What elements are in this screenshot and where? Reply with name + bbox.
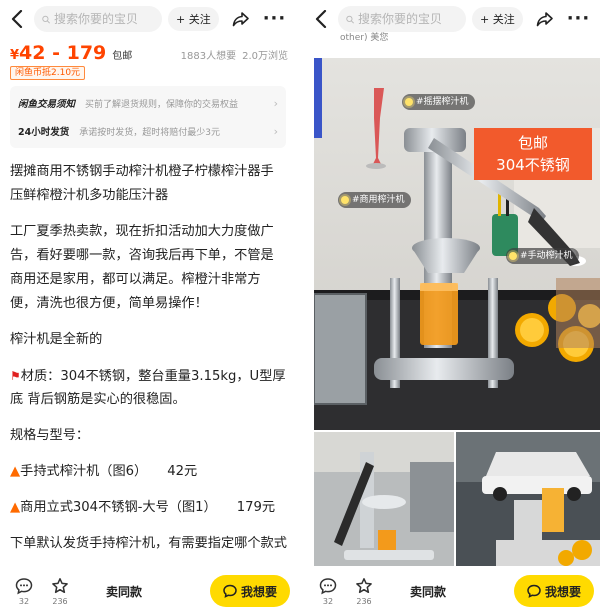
- juicer-street-illustration: [456, 432, 600, 566]
- product-title: 摆摊商用不锈钢手动榨汁机橙子柠檬榨汁器手压鲜榨橙汁机多功能压汁器: [10, 164, 274, 203]
- top-bar: + 关注 ···: [0, 0, 296, 38]
- photo-tag[interactable]: #摇摆榨汁机: [402, 94, 475, 110]
- star-icon: [356, 577, 372, 593]
- search-bar[interactable]: [338, 6, 466, 32]
- want-button[interactable]: 我想要: [210, 575, 290, 607]
- favorite-button[interactable]: 236: [42, 577, 78, 606]
- free-shipping-label: 包邮: [112, 51, 133, 62]
- fire-icon: ▲: [10, 464, 21, 479]
- want-button-label: 我想要: [240, 584, 277, 599]
- shipping-notice-row[interactable]: 24小时发货 承诺按时发货，超时将赔付最少3元 ›: [18, 120, 278, 142]
- main-product-photo[interactable]: 包邮 304不锈钢 #摇摆榨汁机 #商用榨汁机 #手动榨汁机: [314, 58, 600, 430]
- comment-icon: [319, 577, 337, 594]
- juicer-side-illustration: [314, 432, 454, 566]
- photo-tag[interactable]: #手动榨汁机: [506, 248, 579, 264]
- flag-icon: ⚑: [10, 369, 21, 383]
- top-bar: + 关注 ···: [304, 0, 600, 38]
- search-icon: [42, 15, 50, 23]
- material-line: ⚑材质：304不锈钢，整台重量3.15kg，U型厚: [10, 369, 286, 384]
- coin-discount-badge: 闲鱼币抵2.10元: [10, 66, 86, 80]
- price-row: ¥42 - 179 包邮 1883人想要 2.0万浏览: [10, 42, 288, 68]
- notice-value: 承诺按时发货，超时将赔付最少3元: [79, 127, 220, 138]
- notice-key: 24小时发货: [18, 127, 70, 138]
- condition-line: 榨汁机是全新的: [10, 332, 103, 347]
- favorite-count: 236: [356, 596, 372, 606]
- more-options-button[interactable]: ···: [567, 10, 591, 28]
- comment-count: 32: [322, 596, 334, 606]
- order-note: 下单默认发货手持榨汁机，有需要指定哪个款式: [10, 536, 287, 551]
- product-photo-3[interactable]: [456, 432, 600, 566]
- favorite-count: 236: [52, 596, 68, 606]
- bottom-action-bar: 32 236 卖同款 我想要: [304, 566, 600, 616]
- views-count: 2.0万浏览: [242, 51, 288, 62]
- fire-icon: ▲: [10, 500, 21, 515]
- panel-divider: [298, 0, 302, 616]
- chat-bubble-icon: [223, 584, 237, 598]
- search-input[interactable]: [358, 12, 458, 26]
- product-photo-2[interactable]: [314, 432, 454, 566]
- chevron-left-icon: [315, 10, 327, 28]
- product-detail-panel: + 关注 ··· ¥42 - 179 包邮 1883人想要 2.0万浏览 闲鱼币…: [0, 0, 296, 616]
- back-button[interactable]: [310, 8, 332, 30]
- search-bar[interactable]: [34, 6, 162, 32]
- sell-same-button[interactable]: 卖同款: [410, 583, 446, 600]
- comment-button[interactable]: 32: [310, 577, 346, 606]
- product-photos-panel: other) 美您 包邮 304不锈钢 #摇摆榨汁机 #商用榨汁机 #手动榨汁机…: [304, 0, 600, 616]
- photo-tag[interactable]: #商用榨汁机: [338, 192, 411, 208]
- comment-count: 32: [18, 596, 30, 606]
- follow-button[interactable]: + 关注: [472, 7, 523, 31]
- spec-item: ▲ 商用立式304不锈钢-大号（图1） 179元: [10, 496, 286, 520]
- comment-icon: [15, 577, 33, 594]
- chat-bubble-icon: [527, 584, 541, 598]
- spec-item: ▲ 手持式榨汁机（图6） 42元: [10, 460, 286, 484]
- spec-heading: 规格与型号：: [10, 428, 90, 443]
- want-button[interactable]: 我想要: [514, 575, 594, 607]
- chevron-right-icon: ›: [273, 96, 278, 110]
- product-description: 摆摊商用不锈钢手动榨汁机橙子柠檬榨汁器手压鲜榨橙汁机多功能压汁器 工厂夏季热卖款…: [10, 160, 287, 556]
- bottom-action-bar: 32 236 卖同款 我想要: [0, 566, 296, 616]
- wants-count: 1883人想要: [180, 51, 237, 62]
- chevron-left-icon: [11, 10, 23, 28]
- juicer-photo-illustration: [314, 58, 600, 430]
- share-icon: [232, 12, 249, 27]
- favorite-button[interactable]: 236: [346, 577, 382, 606]
- search-icon: [346, 15, 354, 23]
- want-button-label: 我想要: [544, 584, 581, 599]
- trade-notice-row[interactable]: 闲鱼交易须知 买前了解退货规则，保障你的交易权益 ›: [18, 92, 278, 114]
- material-line-2: 底 背后钢筋是实心的很稳固。: [10, 392, 186, 407]
- share-icon: [536, 12, 553, 27]
- share-button[interactable]: [535, 9, 555, 29]
- sell-same-button[interactable]: 卖同款: [106, 583, 142, 600]
- star-icon: [52, 577, 68, 593]
- notice-key: 闲鱼交易须知: [18, 99, 76, 110]
- back-button[interactable]: [6, 8, 28, 30]
- promo-banner: 包邮 304不锈钢: [474, 128, 592, 180]
- more-options-button[interactable]: ···: [263, 10, 287, 28]
- chevron-right-icon: ›: [273, 124, 278, 138]
- follow-button[interactable]: + 关注: [168, 7, 219, 31]
- search-input[interactable]: [54, 12, 154, 26]
- notice-value: 买前了解退货规则，保障你的交易权益: [85, 99, 239, 110]
- comment-button[interactable]: 32: [6, 577, 42, 606]
- price: ¥42 - 179: [10, 42, 107, 64]
- trade-notice-box: 闲鱼交易须知 买前了解退货规则，保障你的交易权益 › 24小时发货 承诺按时发货…: [10, 86, 286, 148]
- share-button[interactable]: [231, 9, 251, 29]
- description-body: 工厂夏季热卖款，现在折扣活动加大力度做广告，看好要哪一款，咨询我后再下单，不管是…: [10, 224, 274, 311]
